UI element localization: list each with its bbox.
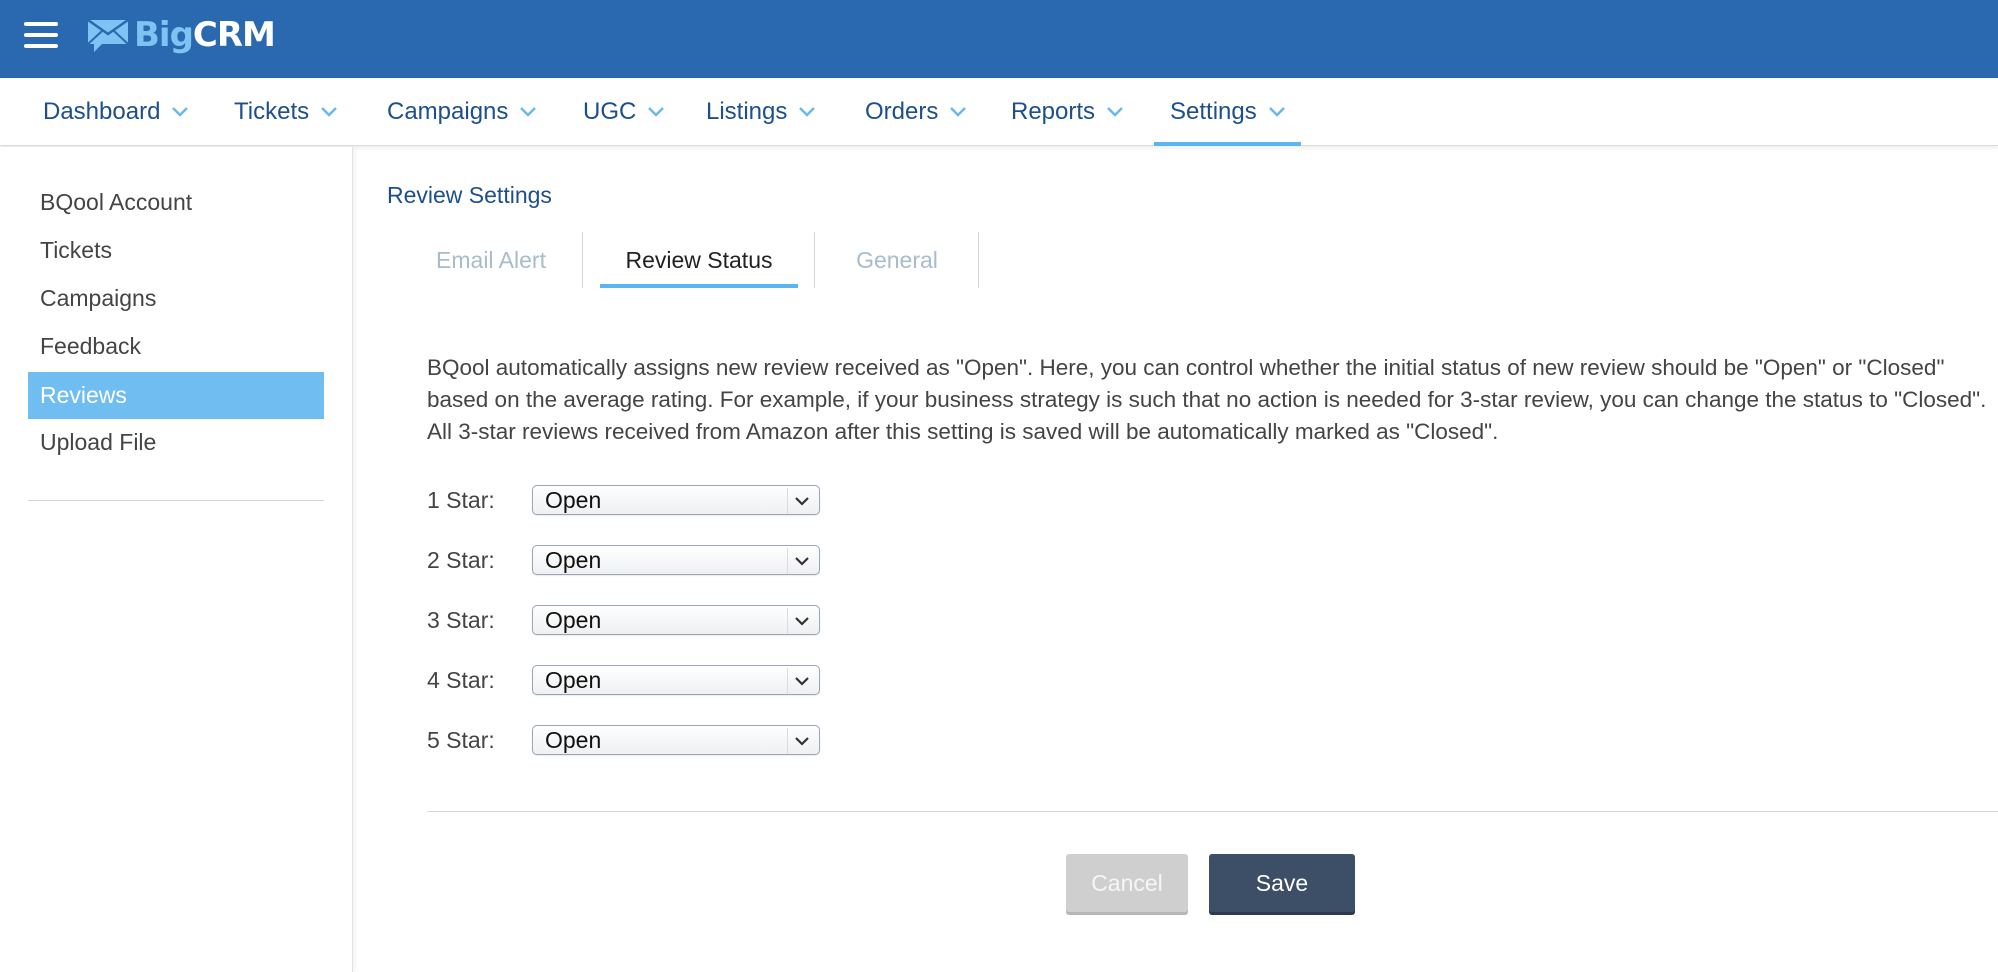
star-setting-row: 3 Star: Open bbox=[427, 604, 820, 636]
nav-campaigns[interactable]: Campaigns bbox=[387, 78, 537, 146]
tab-divider bbox=[978, 232, 979, 288]
settings-sidebar: BQool Account Tickets Campaigns Feedback… bbox=[0, 147, 353, 972]
star-label: 1 Star: bbox=[427, 486, 495, 513]
nav-tickets[interactable]: Tickets bbox=[234, 78, 338, 146]
nav-label: Listings bbox=[706, 98, 788, 125]
chevron-down-icon bbox=[787, 668, 815, 694]
sidebar-divider bbox=[28, 500, 324, 501]
chevron-down-icon bbox=[950, 107, 967, 117]
review-status-description: BQool automatically assigns new review r… bbox=[427, 355, 1987, 444]
tab-divider bbox=[814, 232, 815, 288]
chevron-down-icon bbox=[787, 548, 815, 574]
star-setting-row: 2 Star: Open bbox=[427, 544, 820, 576]
nav-label: Settings bbox=[1170, 98, 1257, 125]
main-nav: Dashboard Tickets Campaigns UGC Listings… bbox=[0, 78, 1998, 146]
select-value: Open bbox=[545, 666, 602, 693]
star-setting-row: 4 Star: Open bbox=[427, 664, 820, 696]
sidebar-item-upload-file[interactable]: Upload File bbox=[28, 419, 324, 466]
tab-general[interactable]: General bbox=[832, 232, 962, 288]
sidebar-item-reviews[interactable]: Reviews bbox=[28, 372, 324, 419]
nav-settings[interactable]: Settings bbox=[1154, 78, 1301, 146]
chevron-down-icon bbox=[787, 488, 815, 514]
star-setting-row: 1 Star: Open bbox=[427, 484, 820, 516]
hamburger-menu-icon[interactable] bbox=[24, 22, 60, 52]
select-value: Open bbox=[545, 546, 602, 573]
select-value: Open bbox=[545, 726, 602, 753]
chevron-down-icon bbox=[172, 107, 189, 117]
app-title: BigCRM bbox=[134, 15, 276, 55]
chevron-down-icon bbox=[520, 107, 537, 117]
chevron-down-icon bbox=[1107, 107, 1123, 117]
sidebar-item-bqool-account[interactable]: BQool Account bbox=[28, 179, 324, 226]
chevron-down-icon bbox=[787, 728, 815, 754]
status-select-1-star[interactable]: Open bbox=[532, 485, 820, 515]
chevron-down-icon bbox=[648, 107, 665, 117]
page-title: Review Settings bbox=[387, 182, 552, 208]
chevron-down-icon bbox=[799, 107, 816, 117]
status-select-4-star[interactable]: Open bbox=[532, 665, 820, 695]
status-select-2-star[interactable]: Open bbox=[532, 545, 820, 575]
nav-label: Tickets bbox=[234, 98, 310, 125]
tab-review-status[interactable]: Review Status bbox=[600, 232, 798, 288]
app-logo[interactable]: BigCRM bbox=[86, 10, 276, 60]
cancel-button[interactable]: Cancel bbox=[1066, 854, 1188, 912]
nav-listings[interactable]: Listings bbox=[706, 78, 816, 146]
nav-label: Campaigns bbox=[387, 98, 509, 125]
nav-orders[interactable]: Orders bbox=[865, 78, 967, 146]
top-bar: BigCRM bbox=[0, 0, 1998, 78]
sidebar-item-feedback[interactable]: Feedback bbox=[28, 323, 324, 370]
nav-ugc[interactable]: UGC bbox=[583, 78, 665, 146]
save-button[interactable]: Save bbox=[1209, 854, 1355, 912]
nav-label: UGC bbox=[583, 98, 637, 125]
status-select-5-star[interactable]: Open bbox=[532, 725, 820, 755]
nav-dashboard[interactable]: Dashboard bbox=[43, 78, 189, 146]
chevron-down-icon bbox=[787, 608, 815, 634]
tab-email-alert[interactable]: Email Alert bbox=[407, 232, 575, 288]
sidebar-item-campaigns[interactable]: Campaigns bbox=[28, 275, 324, 322]
tab-divider bbox=[582, 232, 583, 288]
star-label: 3 Star: bbox=[427, 606, 495, 633]
select-value: Open bbox=[545, 486, 602, 513]
envelope-logo-icon bbox=[87, 18, 129, 52]
select-value: Open bbox=[545, 606, 602, 633]
sidebar-item-tickets[interactable]: Tickets bbox=[28, 227, 324, 274]
nav-label: Dashboard bbox=[43, 98, 161, 125]
form-divider bbox=[427, 811, 1998, 812]
nav-reports[interactable]: Reports bbox=[1011, 78, 1123, 146]
nav-label: Orders bbox=[865, 98, 939, 125]
chevron-down-icon bbox=[321, 107, 338, 117]
status-select-3-star[interactable]: Open bbox=[532, 605, 820, 635]
nav-label: Reports bbox=[1011, 98, 1096, 125]
star-setting-row: 5 Star: Open bbox=[427, 724, 820, 756]
star-label: 5 Star: bbox=[427, 726, 495, 753]
star-label: 4 Star: bbox=[427, 666, 495, 693]
star-label: 2 Star: bbox=[427, 546, 495, 573]
chevron-down-icon bbox=[1268, 107, 1285, 117]
